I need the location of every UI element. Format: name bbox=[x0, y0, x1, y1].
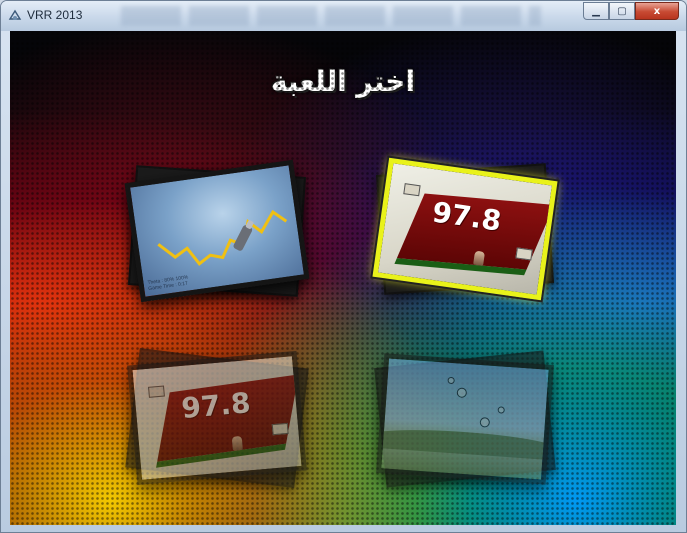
post-icon bbox=[271, 422, 289, 436]
game-menu-screen: اختر اللعبة Theta : 80% 100% Game Time :… bbox=[10, 31, 676, 525]
scene-preview-background bbox=[381, 358, 549, 480]
vrr-app-icon bbox=[8, 9, 22, 20]
post-icon bbox=[515, 247, 533, 261]
card-preview: 97.8 bbox=[127, 350, 307, 486]
minimize-button[interactable]: ▁ bbox=[583, 2, 609, 20]
caption-buttons: ▁ ▢ x bbox=[583, 2, 679, 22]
game-card-score[interactable]: 97.8 bbox=[125, 348, 309, 488]
game-card-score-selected[interactable]: 97.8 bbox=[372, 157, 558, 301]
card-preview: Theta : 80% 100% Game Time : 0:17 bbox=[124, 159, 310, 303]
close-icon: x bbox=[653, 5, 661, 17]
game-card-scene[interactable] bbox=[374, 350, 556, 488]
close-button[interactable]: x bbox=[635, 2, 679, 20]
title-bar[interactable]: VRR 2013 ▁ ▢ x bbox=[1, 1, 686, 31]
card-preview bbox=[376, 353, 554, 485]
game-card-graph[interactable]: Theta : 80% 100% Game Time : 0:17 bbox=[124, 159, 310, 303]
minimize-icon: ▁ bbox=[592, 5, 600, 17]
maximize-button[interactable]: ▢ bbox=[609, 2, 635, 20]
maximize-icon: ▢ bbox=[617, 5, 627, 17]
app-window: VRR 2013 ▁ ▢ x اختر اللعبة Theta: 80% 1… bbox=[0, 0, 687, 533]
hand-icon bbox=[231, 435, 243, 451]
page-title: اختر اللعبة bbox=[270, 65, 416, 98]
graph-line-icon bbox=[157, 209, 288, 266]
hand-icon bbox=[472, 250, 485, 266]
window-title: VRR 2013 bbox=[27, 8, 83, 22]
titlebar-glass-blur bbox=[121, 6, 541, 26]
card-preview: 97.8 bbox=[372, 157, 558, 301]
